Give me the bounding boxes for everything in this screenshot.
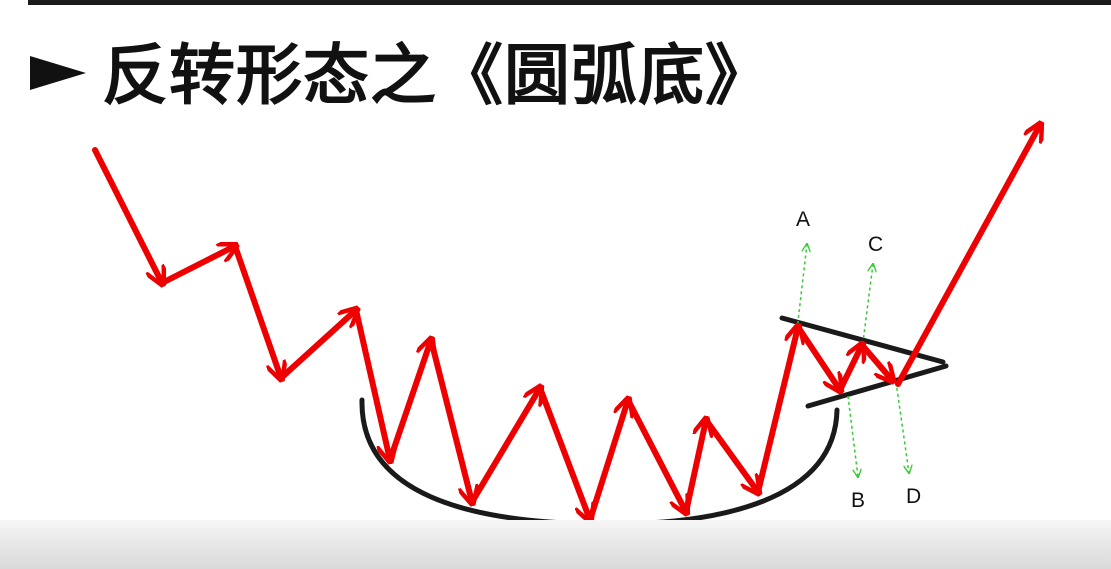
label-c: C [868, 233, 883, 256]
projection-line-d [895, 381, 909, 473]
price-segment [92, 147, 162, 283]
price-segment [387, 340, 431, 463]
price-segment [683, 420, 706, 515]
price-path [92, 125, 1040, 523]
price-segment [587, 400, 628, 523]
label-a: A [796, 208, 810, 231]
price-segment [159, 246, 235, 286]
label-b: B [851, 489, 865, 512]
bottom-band [0, 520, 1111, 569]
breakout-segment [895, 125, 1040, 387]
label-d: D [906, 485, 921, 508]
price-segment [703, 417, 758, 492]
price-segment [837, 345, 862, 393]
price-segment [428, 337, 472, 502]
price-segment [353, 307, 390, 460]
price-segment [537, 385, 590, 520]
projection-line-b [847, 395, 858, 477]
price-segment [859, 342, 892, 380]
price-segment [625, 397, 686, 512]
price-segment [278, 310, 356, 381]
price-segment [232, 243, 281, 378]
projection-line-a [796, 244, 807, 331]
price-segment [795, 324, 840, 390]
price-segment [469, 388, 540, 505]
price-segment [755, 327, 798, 495]
projection-line-c [861, 264, 873, 351]
rounding-bottom-diagram: A C B D [92, 0, 1111, 569]
